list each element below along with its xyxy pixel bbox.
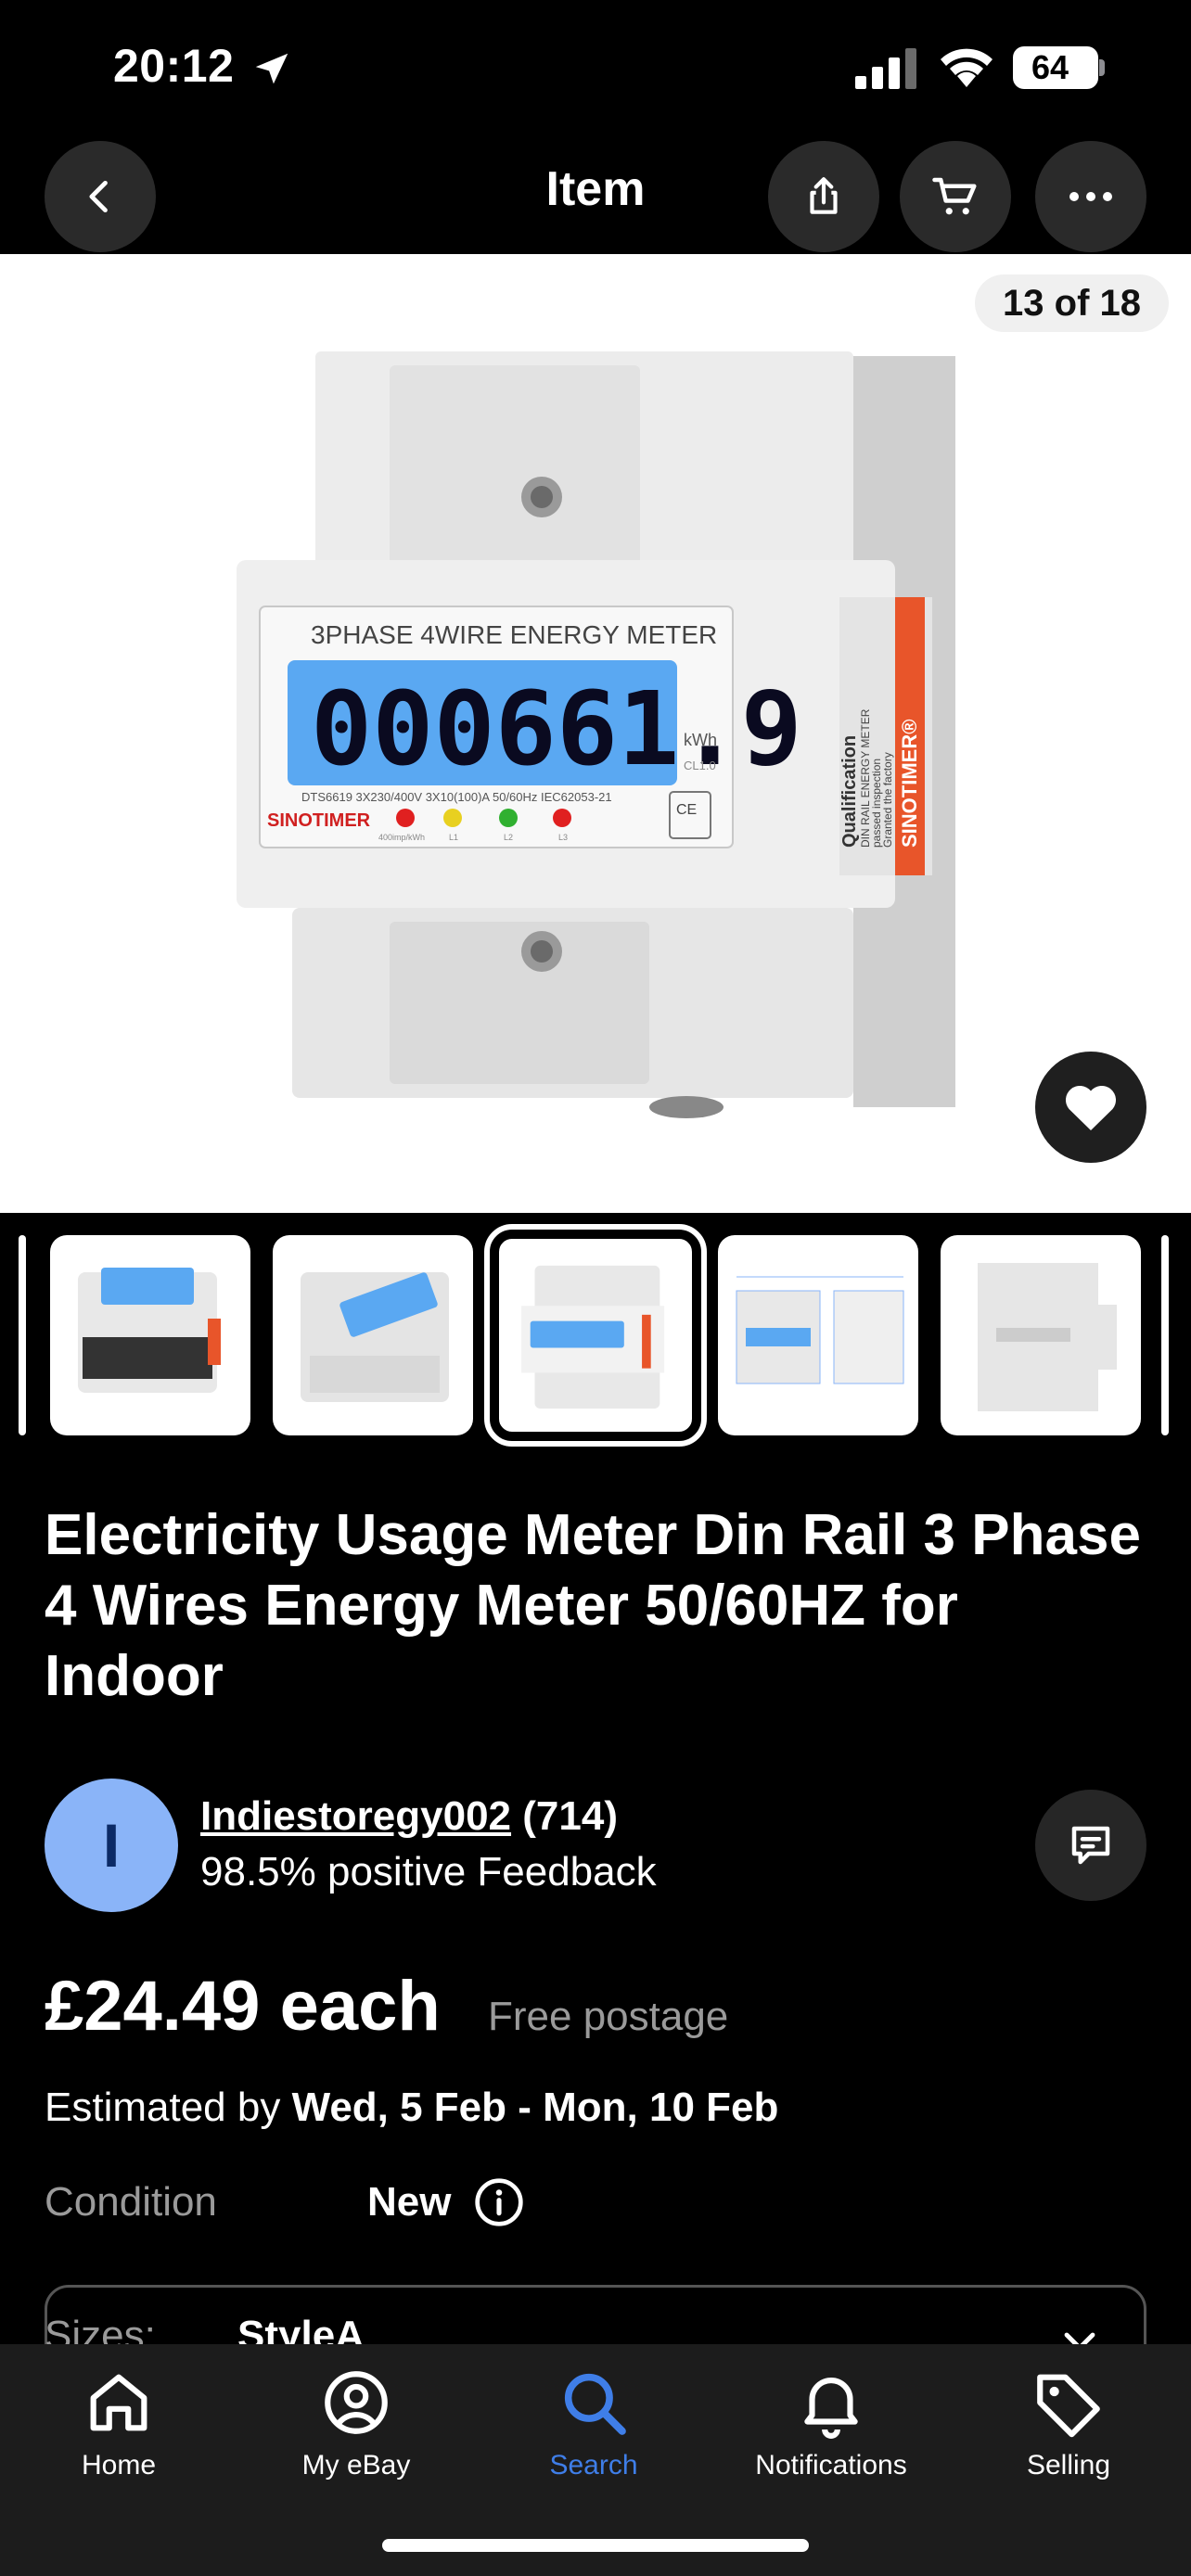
meter-brand-text: SINOTIMER: [267, 810, 371, 831]
seller-feedback: 98.5% positive Feedback: [200, 1849, 657, 1894]
thumbnail-image[interactable]: [273, 1235, 473, 1435]
more-dots-icon: [1069, 192, 1112, 201]
battery-icon: 64: [1013, 46, 1098, 89]
estimated-dates: Wed, 5 Feb - Mon, 10 Feb: [291, 2085, 779, 2130]
tab-selling-label: Selling: [1026, 2450, 1111, 2480]
image-counter-badge: 13 of 18: [975, 274, 1169, 332]
meter-unit-text: kWh: [684, 731, 717, 749]
message-seller-button[interactable]: [1035, 1790, 1146, 1901]
tab-notifications-label: Notifications: [755, 2450, 907, 2480]
info-icon[interactable]: [473, 2176, 525, 2228]
meter-class-text: CL1.0: [684, 759, 716, 772]
cellular-signal-icon: [855, 48, 916, 89]
page-title: Item: [545, 162, 646, 216]
tab-notifications[interactable]: Notifications: [712, 2365, 950, 2481]
home-icon: [90, 2374, 147, 2431]
product-image-gallery[interactable]: 3PHASE 4WIRE ENERGY METER 000661.9 kWh C…: [0, 254, 1191, 1213]
item-price: £24.49 each: [45, 1967, 441, 2046]
seller-name-link[interactable]: Indiestoregy002: [200, 1793, 511, 1839]
postage-info: Free postage: [488, 1994, 729, 2039]
tab-my-ebay[interactable]: My eBay: [237, 2365, 475, 2481]
price-tag-icon: [1037, 2374, 1100, 2438]
thumbnail-partial-right: [1161, 1235, 1169, 1435]
tab-search[interactable]: Search: [475, 2365, 712, 2481]
share-icon: [810, 177, 838, 214]
lcd-reading-text: 000661.9: [311, 670, 802, 788]
ce-mark-text: CE: [676, 802, 697, 818]
tab-search-label: Search: [549, 2450, 638, 2480]
thumbnail-image-selected[interactable]: [484, 1224, 707, 1447]
wifi-icon: [941, 48, 992, 87]
condition-label: Condition: [45, 2179, 217, 2225]
tab-home-label: Home: [81, 2450, 157, 2480]
tab-my-ebay-label: My eBay: [301, 2450, 411, 2480]
thumbnail-meter-icon: [301, 1272, 449, 1402]
thumbnail-strip[interactable]: [0, 1213, 1191, 1454]
seller-rating-count: (714): [522, 1793, 618, 1839]
led-label-l3: L3: [558, 833, 568, 842]
led-label-l2: L2: [504, 833, 513, 842]
thumbnail-partial-left: [19, 1235, 26, 1435]
meter-spec-text: DTS6619 3X230/400V 3X10(100)A 50/60Hz IE…: [301, 790, 612, 804]
thumbnail-meter-icon: [521, 1265, 665, 1409]
user-circle-icon: [325, 2371, 388, 2434]
location-arrow-icon: [255, 53, 288, 84]
home-indicator[interactable]: [382, 2539, 809, 2552]
side-brand-text: SINOTIMER®: [898, 720, 921, 848]
estimated-label: Estimated by: [45, 2085, 281, 2130]
search-icon: [564, 2373, 626, 2435]
battery-cap: [1099, 59, 1105, 76]
side-label-text: Qualification: [839, 735, 860, 848]
bell-icon: [804, 2378, 858, 2439]
thumbnail-side-view-icon: [978, 1263, 1117, 1411]
estimated-delivery: Estimated by Wed, 5 Feb - Mon, 10 Feb: [45, 2085, 778, 2131]
thumbnail-diagram-icon: [736, 1276, 904, 1384]
thumbnail-meter-icon: [78, 1268, 221, 1393]
thumbnail-image[interactable]: [50, 1235, 250, 1435]
condition-value: New: [367, 2179, 452, 2225]
shopping-cart-icon: [932, 177, 977, 215]
top-navigation-bar: Item: [0, 139, 1191, 254]
led-label-l1: L1: [449, 833, 458, 842]
watchlist-button[interactable]: [1035, 1052, 1146, 1163]
thumbnail-image[interactable]: [718, 1235, 918, 1435]
seller-info: Indiestoregy002 (714): [200, 1793, 618, 1840]
share-button[interactable]: [768, 141, 879, 252]
heart-icon: [1065, 1085, 1117, 1130]
side-text-3: Granted the factory: [881, 752, 894, 848]
meter-label-text: 3PHASE 4WIRE ENERGY METER: [311, 620, 717, 649]
tab-selling[interactable]: Selling: [950, 2365, 1187, 2481]
product-title: Electricity Usage Meter Din Rail 3 Phase…: [45, 1503, 1141, 1708]
chat-message-icon: [1071, 1826, 1110, 1865]
battery-level: 64: [1031, 48, 1069, 86]
meter-impulse-text: 400imp/kWh: [378, 833, 425, 842]
status-bar: 20:12 64: [0, 0, 1191, 139]
seller-avatar[interactable]: I: [45, 1779, 178, 1912]
cart-button[interactable]: [900, 141, 1011, 252]
energy-meter-product-image: 3PHASE 4WIRE ENERGY METER 000661.9 kWh C…: [237, 351, 955, 1118]
status-time: 20:12: [113, 40, 235, 92]
tab-home[interactable]: Home: [0, 2365, 237, 2481]
thumbnail-image[interactable]: [941, 1235, 1141, 1435]
more-options-button[interactable]: [1035, 141, 1146, 252]
